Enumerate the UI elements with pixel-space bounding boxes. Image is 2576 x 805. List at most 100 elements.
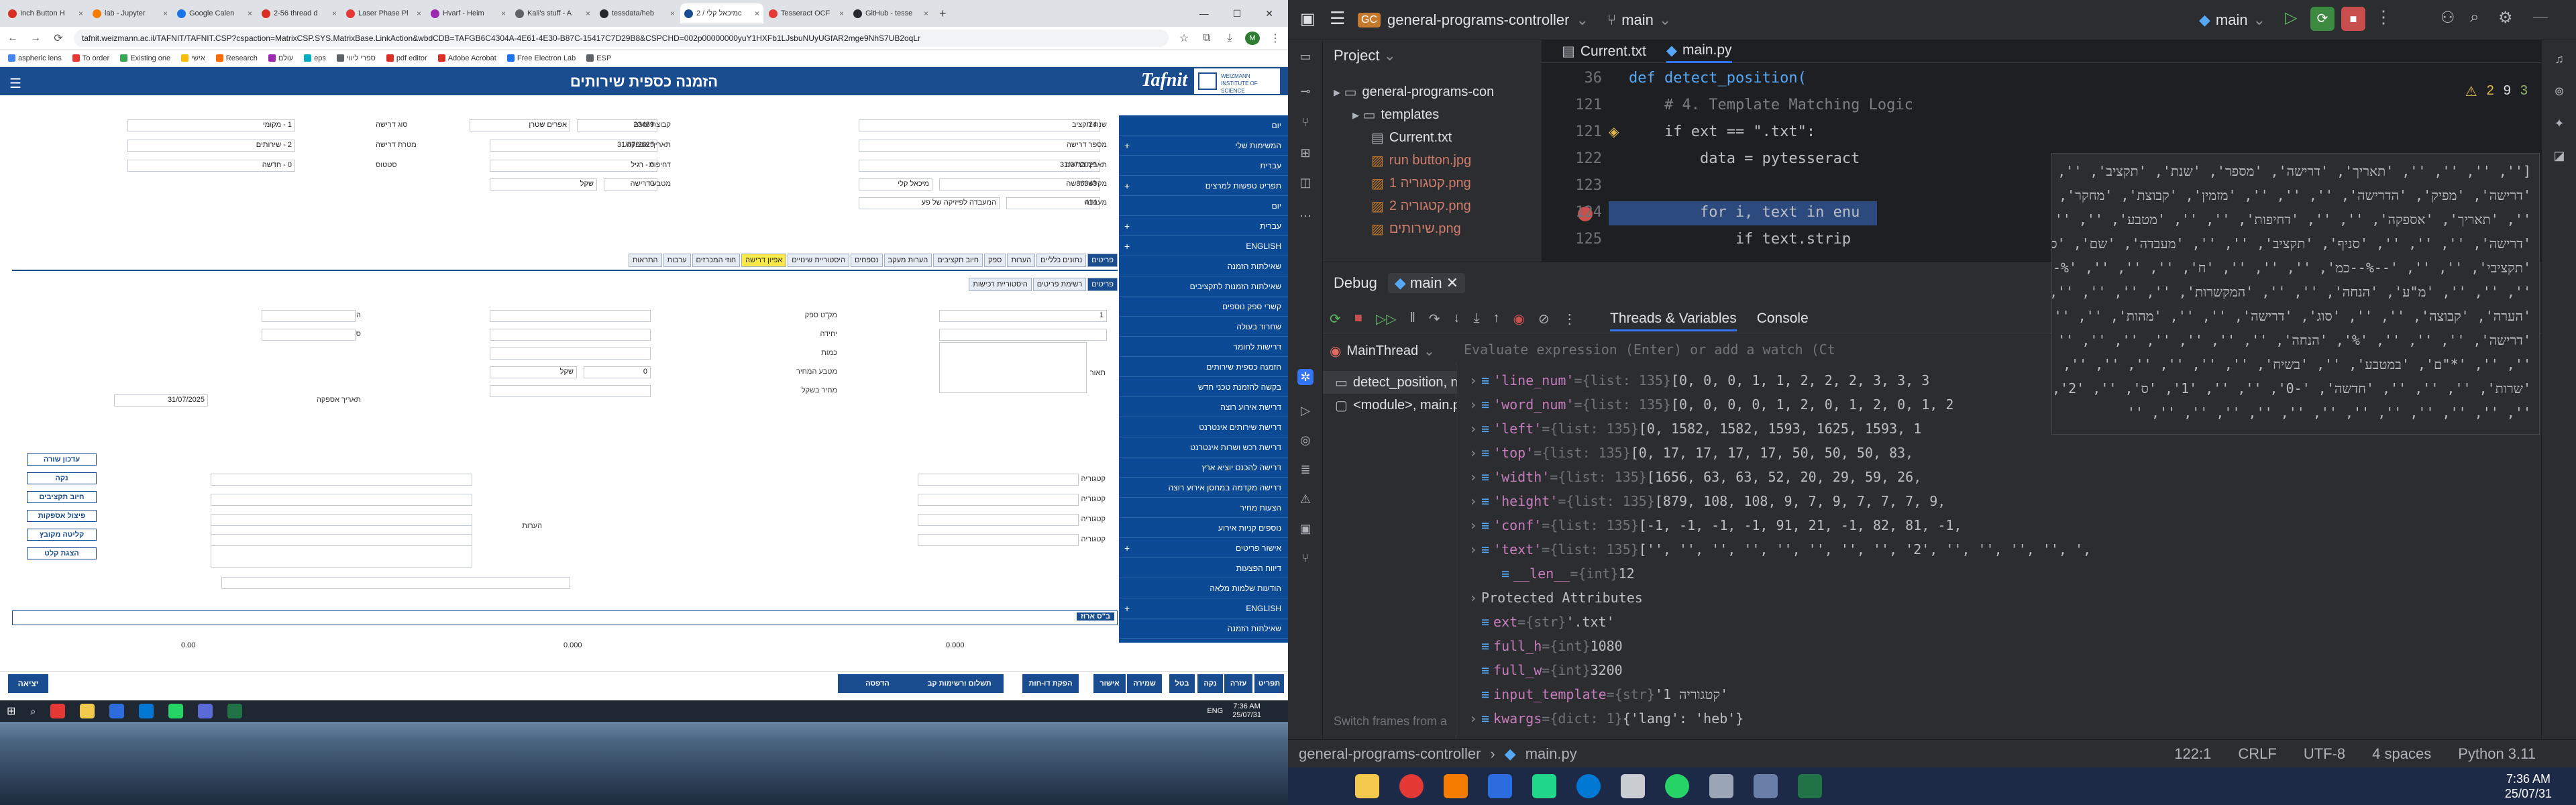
stop-icon[interactable]: ■ [2341,7,2365,31]
expand-chevron-icon[interactable]: › [1465,469,1481,485]
scalar-variable-row[interactable]: ≡ input_template = {str} 'קטגוריה 1' [1465,682,1728,706]
ai-assistant-icon[interactable]: ✦ [2551,115,2567,131]
budget-category-field[interactable] [918,494,1079,506]
scalar-variable-row[interactable]: ≡ ext = {str} '.txt' [1465,610,1615,634]
rerun-icon[interactable]: ⟳ [2310,7,2334,31]
browser-menu-icon[interactable]: ⋮ [1268,32,1283,45]
budget-category-field[interactable] [918,474,1079,486]
extensions-icon[interactable]: ⧉ [1199,32,1214,44]
run-config-selector[interactable]: ◆ main ⌄ [2199,8,2265,32]
bookmark-item[interactable]: אישי [181,54,205,62]
window-minimize-icon[interactable]: — [2533,8,2548,25]
header-field-12[interactable]: שקל [490,178,597,191]
expand-chevron-icon[interactable]: › [1465,517,1481,533]
mute-breakpoints-icon[interactable]: ⊘ [1538,311,1550,327]
sidenav-item[interactable]: + המשימות שלי [1119,136,1288,156]
version-control-icon[interactable]: ⑂ [1297,550,1313,566]
caret-position[interactable]: 122:1 [2174,745,2211,763]
view-breakpoints-icon[interactable]: ◉ [1513,311,1525,327]
browser-tab[interactable]: Hvarf - Heim × [427,3,510,23]
profile-avatar-icon[interactable]: M [1245,31,1260,45]
file-encoding[interactable]: UTF-8 [2304,745,2345,763]
tab-close-icon[interactable]: × [839,9,844,18]
line-separator[interactable]: CRLF [2238,745,2276,763]
settings-gear-icon[interactable]: ⚙ [2498,8,2513,28]
debug-tab[interactable]: Console [1757,311,1809,331]
tab-close-icon[interactable]: × [501,9,506,18]
action-button[interactable]: נקה [27,472,97,484]
budget-amount-field[interactable] [211,474,472,486]
browser-tab[interactable]: Inch Button H × [4,3,87,23]
step-into-my-code-icon[interactable]: ⤓ [1474,311,1480,327]
form-tab[interactable]: פריטים [1087,254,1118,267]
commit-icon[interactable]: ⊸ [1297,83,1313,99]
supply-date-field[interactable]: 31/07/2025 [114,394,208,407]
app-icon[interactable] [1709,774,1733,798]
tab-close-icon[interactable]: × [755,9,759,18]
expand-chevron-icon[interactable]: › [1465,421,1481,437]
project-panel-header[interactable]: Project ⌄ [1334,47,1396,64]
budget-category-field[interactable] [918,534,1079,546]
bookmark-item[interactable]: eps [304,54,326,62]
price-currency-name[interactable]: שקל [490,366,577,378]
chrome-icon[interactable] [1399,774,1424,798]
footer-button[interactable]: תשלום ורשימות קב [915,674,1004,693]
dict-entry-row[interactable]: › ≡'text' = {list: 135} ['', '', '', '', … [1465,537,2091,561]
address-bar[interactable]: tafnit.weizmann.ac.il/TAFNIT/TAFNIT.CSP?… [74,29,1169,47]
form-tab[interactable]: ספק [984,254,1006,267]
exit-button[interactable]: יציאה [8,674,48,693]
debug-more-icon[interactable]: ⋮ [1563,311,1576,327]
more-tools-icon[interactable]: ⋯ [1297,208,1313,224]
browser-tab[interactable]: 2-56 thread d × [258,3,341,23]
expand-plus-icon[interactable]: + [1124,221,1130,231]
sidenav-item[interactable]: דרישות לחומר [1119,337,1288,357]
footer-button[interactable]: הדפסה [838,674,917,693]
tree-node[interactable]: ▨ קטגוריה 2.png [1323,195,1542,217]
right-clock[interactable]: 7:36 AM 25/07/31 [2505,771,2576,801]
stack-frame[interactable]: ▭ detect_position, ma [1323,371,1457,394]
budget-category-field[interactable] [918,514,1079,526]
editor-tab[interactable]: ◆ main.py [1666,40,1732,63]
browser-tab[interactable]: lab - Jupyter × [89,3,172,23]
pull-requests-icon[interactable]: ⑂ [1297,114,1313,130]
sidenav-item[interactable]: דרישת אירוע רוצה [1119,397,1288,417]
pause-icon[interactable]: ‖ [1410,311,1415,327]
sidenav-item[interactable]: דיווח הפצעות [1119,558,1288,578]
tree-node[interactable]: ▨ קטגוריה 1.png [1323,172,1542,195]
step-out-icon[interactable]: ↑ [1493,311,1500,327]
browser-tab[interactable]: Kali's stuff - A × [511,3,594,23]
footer-button[interactable]: שמירה [1127,674,1162,693]
new-tab-button[interactable]: + [934,7,952,21]
header-field-6[interactable]: המעבדה לפיזיקה של פע [859,197,1000,209]
tree-node[interactable]: ▸ ▭ templates [1323,103,1542,126]
sidenav-item[interactable]: בקשה להזמנת טכני חדש [1119,377,1288,397]
download-icon[interactable]: ⤓ [1222,32,1237,44]
search-everywhere-icon[interactable]: ⌕ [2470,8,2479,27]
project-tool-icon[interactable]: ▭ [1297,48,1313,64]
sidenav-item[interactable]: דרישה מקדמה במחסן אירוע רוצה [1119,478,1288,498]
teams-icon[interactable] [198,704,213,718]
price-field[interactable] [490,385,651,397]
browser-tab[interactable]: Tesseract OCF × [765,3,848,23]
outlook-icon[interactable] [109,704,125,718]
header-field-1[interactable] [859,140,1100,152]
editor-tab[interactable]: ▤ Current.txt [1562,40,1646,63]
more-actions-icon[interactable]: ⋮ [2375,7,2392,28]
bookmark-item[interactable]: Adobe Acrobat [437,54,496,62]
debug-tab[interactable]: Threads & Variables [1610,311,1737,331]
sub-tab[interactable]: פריטים [1087,278,1118,291]
edge-icon[interactable] [1576,774,1601,798]
sidenav-item[interactable]: שחרור בעולה [1119,317,1288,337]
other-field[interactable] [221,577,570,589]
budget-amount-field[interactable] [211,534,472,546]
sidenav-item[interactable]: דרישה להכנס יוציא ארץ [1119,458,1288,478]
outlook-icon[interactable] [1488,774,1512,798]
minimize-icon[interactable]: — [1199,8,1209,19]
form-tab[interactable]: התראות [628,254,662,267]
reload-icon[interactable]: ⟳ [51,32,66,45]
jupyter-icon[interactable] [1444,774,1468,798]
header-field-2[interactable]: 31/07/2025 [859,160,1100,172]
sidenav-item[interactable]: קשרי ספק נוספים [1119,297,1288,317]
windows-start-icon[interactable]: ⊞ [7,704,15,718]
form-tab[interactable]: הערות מעקב [883,254,932,267]
